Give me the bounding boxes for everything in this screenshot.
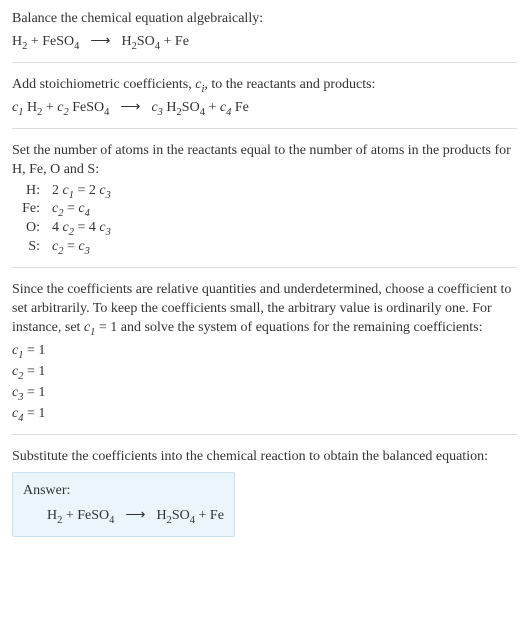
eq-lhs-h2: H2 xyxy=(47,508,62,523)
section-substitute: Substitute the coefficients into the che… xyxy=(12,448,517,547)
atom-eq-s: c2 = c3 xyxy=(48,238,115,257)
atom-label-s: S: xyxy=(12,238,48,257)
atom-eq-o: 4 c2 = 4 c3 xyxy=(48,219,115,238)
eq-rhs-h2so4: H2SO4 xyxy=(157,508,196,523)
table-row: O: 4 c2 = 4 c3 xyxy=(12,219,115,238)
answer-equation: H2 + FeSO4 ⟶ H2SO4 + Fe xyxy=(47,505,224,526)
table-row: H: 2 c1 = 2 c3 xyxy=(12,182,115,201)
stoich-intro: Add stoichiometric coefficients, ci, to … xyxy=(12,76,517,95)
eq-rhs-h2so4: H2SO4 xyxy=(122,34,161,49)
coef-c1: c1 = 1 xyxy=(12,340,517,361)
coef-c4: c4 = 1 xyxy=(12,403,517,424)
eq-lhs-feso4: + FeSO4 xyxy=(62,508,114,523)
section-stoich: Add stoichiometric coefficients, ci, to … xyxy=(12,76,517,129)
section-atoms: Set the number of atoms in the reactants… xyxy=(12,142,517,268)
atom-label-h: H: xyxy=(12,182,48,201)
atom-label-fe: Fe: xyxy=(12,200,48,219)
eq-rhs-fe: + Fe xyxy=(195,508,224,523)
arrow-icon: ⟶ xyxy=(116,97,144,118)
balance-intro: Balance the chemical equation algebraica… xyxy=(12,10,517,29)
table-row: S: c2 = c3 xyxy=(12,238,115,257)
choose-intro: Since the coefficients are relative quan… xyxy=(12,281,517,338)
stoich-equation: c1 H2 + c2 FeSO4 ⟶ c3 H2SO4 + c4 Fe xyxy=(12,97,517,118)
atom-label-o: O: xyxy=(12,219,48,238)
eq-rhs-fe: + Fe xyxy=(160,34,189,49)
table-row: Fe: c2 = c4 xyxy=(12,200,115,219)
arrow-icon: ⟶ xyxy=(121,505,149,526)
atoms-intro: Set the number of atoms in the reactants… xyxy=(12,142,517,180)
atom-eq-h: 2 c1 = 2 c3 xyxy=(48,182,115,201)
atoms-table: H: 2 c1 = 2 c3 Fe: c2 = c4 O: 4 c2 = 4 c… xyxy=(12,182,115,258)
eq-lhs-h2: H2 xyxy=(12,34,27,49)
answer-label: Answer: xyxy=(23,483,224,499)
coef-c2: c2 = 1 xyxy=(12,361,517,382)
atom-eq-fe: c2 = c4 xyxy=(48,200,115,219)
subst-intro: Substitute the coefficients into the che… xyxy=(12,448,517,467)
coef-c3: c3 = 1 xyxy=(12,382,517,403)
section-choose: Since the coefficients are relative quan… xyxy=(12,281,517,435)
arrow-icon: ⟶ xyxy=(86,31,114,52)
eq-lhs-feso4: + FeSO4 xyxy=(27,34,79,49)
answer-box: Answer: H2 + FeSO4 ⟶ H2SO4 + Fe xyxy=(12,472,235,537)
balance-equation: H2 + FeSO4 ⟶ H2SO4 + Fe xyxy=(12,31,517,52)
section-balance: Balance the chemical equation algebraica… xyxy=(12,10,517,63)
